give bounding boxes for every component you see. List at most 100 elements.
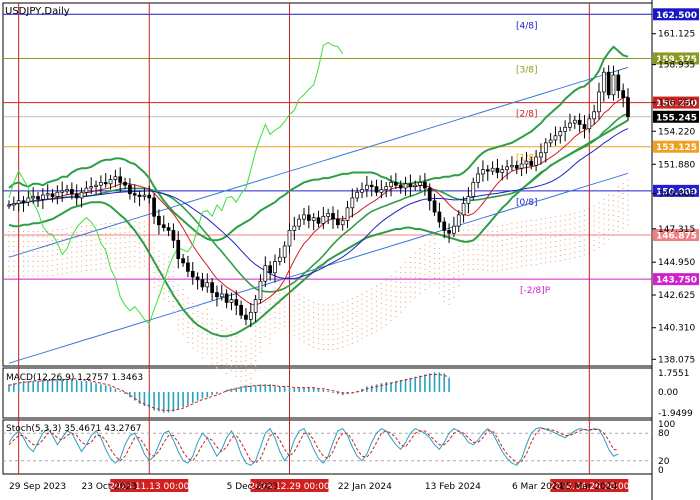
cloud-dot [482,249,484,251]
cloud-dot [279,317,281,319]
cloud-dot [201,352,204,354]
cloud-dot [385,294,387,296]
cloud-dot [579,231,581,233]
cloud-dot [627,179,629,181]
cloud-dot [201,332,204,334]
cloud-dot [32,260,34,262]
cloud-dot [511,242,513,244]
cloud-dot [66,237,68,239]
cloud-dot [56,229,58,231]
cloud-dot [443,296,445,297]
cloud-dot [119,247,121,249]
cloud-dot [525,235,528,237]
cloud-dot [255,360,257,362]
candle-body [577,119,582,125]
cloud-dot [453,262,455,264]
candle-body [510,165,514,168]
cloud-dot [279,313,281,314]
cloud-dot [317,348,320,350]
cloud-dot [342,311,344,313]
cloud-dot [119,262,121,264]
cloud-dot [13,260,15,262]
cloud-dot [472,259,474,260]
candle-body [239,304,243,316]
cloud-dot [516,232,518,234]
cloud-dot [438,248,440,249]
cloud-dot [617,206,619,208]
cloud-dot [627,204,629,206]
cloud-dot [506,224,508,226]
cloud-dot [501,259,503,261]
cloud-dot [366,295,368,297]
cloud-dot [255,355,257,357]
cloud-dot [569,238,571,240]
cloud-dot [496,255,499,257]
cloud-dot [163,293,165,295]
cloud-dot [598,227,600,229]
cloud-dot [419,262,421,264]
cloud-dot [61,258,63,260]
cloud-dot [259,341,262,343]
cloud-dot [259,327,262,329]
cloud-dot [371,318,373,320]
cloud-dot [535,219,537,221]
cloud-dot [525,240,528,242]
cloud-dot [366,325,368,327]
cloud-dot [167,296,170,297]
cloud-dot [627,184,629,186]
cloud-dot [284,321,286,323]
cloud-dot [197,330,199,332]
cloud-dot [32,250,34,252]
cloud-dot [42,275,44,277]
cloud-dot [226,328,228,330]
cloud-dot [366,320,368,322]
cloud-dot [32,255,34,257]
cloud-dot [462,264,465,266]
cloud-dot [259,312,262,314]
cloud-dot [143,231,146,233]
cloud-dot [192,337,194,339]
cloud-dot [322,339,324,341]
cloud-dot [598,202,600,204]
cloud-dot [51,274,54,276]
cloud-dot [27,270,29,272]
cloud-dot [8,240,10,242]
cloud-dot [197,315,199,317]
cloud-dot [617,221,619,222]
cloud-dot [308,319,310,321]
cloud-dot [501,254,503,256]
cloud-dot [298,333,300,335]
cloud-dot [172,310,175,312]
cloud-dot [554,236,557,238]
cloud-dot [61,268,63,270]
cloud-dot [506,248,508,250]
cloud-dot [322,329,324,331]
candle-body [365,184,369,190]
cloud-dot [47,240,49,242]
cloud-dot [124,247,126,248]
cloud-dot [559,215,561,217]
cloud-dot [303,316,305,318]
candle-body [60,190,65,193]
cloud-dot [71,261,73,263]
cloud-dot [250,373,252,374]
cloud-dot [187,322,189,324]
cloud-dot [255,345,257,347]
candle-body [374,186,379,193]
cloud-dot [37,240,39,242]
cloud-dot [385,289,387,291]
cloud-dot [138,227,141,229]
cloud-dot [385,324,387,326]
cloud-dot [56,239,58,241]
cloud-dot [105,267,107,269]
cloud-dot [177,324,179,326]
candle-body [592,111,596,120]
y-tick-label: 151.880 [658,160,695,170]
cloud-dot [540,238,542,240]
cloud-dot [414,282,416,283]
cloud-dot [554,255,557,257]
cloud-dot [211,353,213,355]
cloud-dot [216,342,218,344]
cloud-dot [433,282,436,284]
cloud-dot [192,303,194,305]
